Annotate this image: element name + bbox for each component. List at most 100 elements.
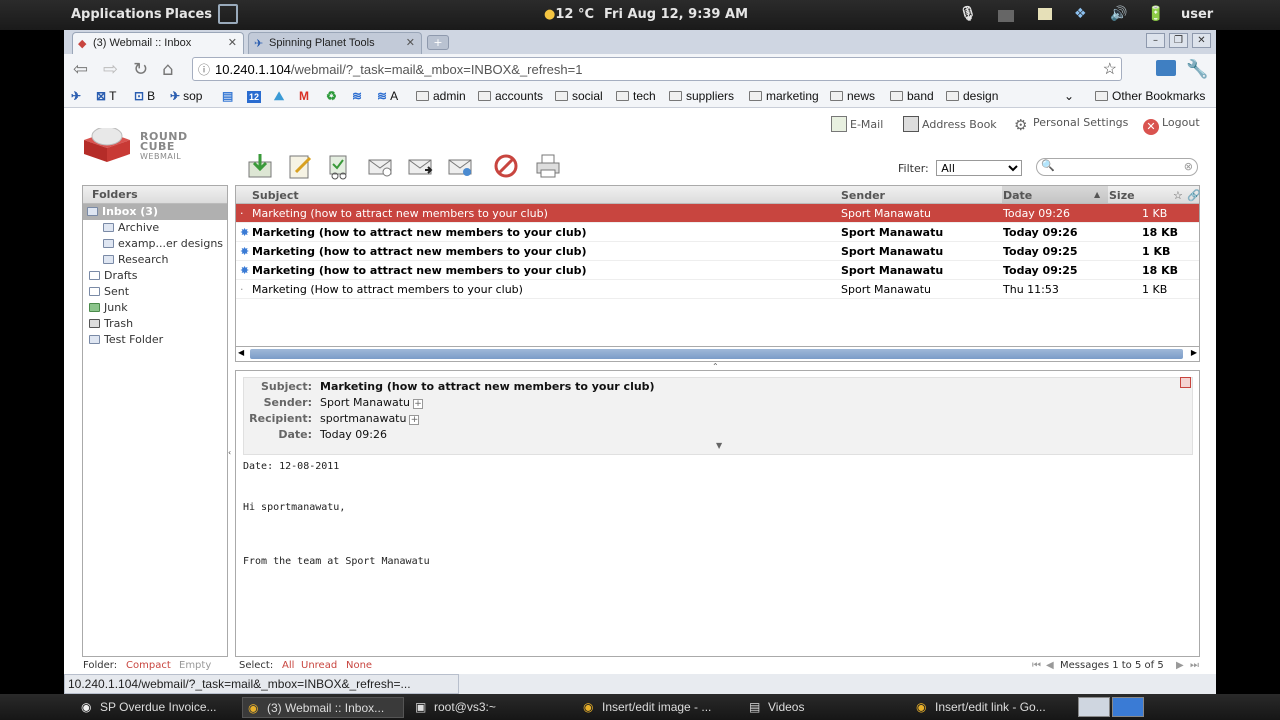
column-subject[interactable]: Subject	[252, 189, 299, 202]
bookmark-tech[interactable]: tech	[616, 89, 656, 103]
attachment-column-icon[interactable]: 🔗	[1187, 189, 1201, 202]
bookmark-accounts[interactable]: accounts	[478, 89, 543, 103]
tab-spinning-planet[interactable]: ✈ Spinning Planet Tools ✕	[248, 32, 422, 54]
nav-address-book[interactable]: Address Book	[903, 116, 997, 132]
folder-splitter-icon[interactable]: ‹	[228, 448, 231, 457]
bookmark-chart-icon[interactable]: ⛰	[274, 89, 287, 104]
home-icon[interactable]: ⌂	[162, 59, 173, 80]
page-info-icon[interactable]: ⓘ	[198, 61, 210, 78]
applications-menu[interactable]: Applications	[71, 7, 162, 22]
folder-inbox[interactable]: Inbox (3)	[83, 204, 227, 220]
bookmark-band[interactable]: band	[890, 89, 934, 103]
expand-headers-icon[interactable]: ▼	[716, 441, 722, 450]
back-icon[interactable]: ⇦	[73, 59, 88, 80]
address-bar[interactable]: ⓘ 10.240.1.104/webmail/?_task=mail&_mbox…	[192, 57, 1122, 81]
places-menu[interactable]: Places	[165, 7, 212, 22]
reply-all-button[interactable]	[366, 152, 394, 180]
folder-example-designs[interactable]: examp...er designs	[83, 236, 227, 252]
task-insert-link[interactable]: ◉ Insert/edit link - Go...	[911, 697, 1071, 718]
select-unread-link[interactable]: Unread	[301, 660, 337, 671]
dropbox-icon[interactable]: ❖	[1074, 6, 1087, 22]
print-button[interactable]	[534, 152, 562, 180]
check-mail-button[interactable]	[246, 152, 274, 180]
folder-junk[interactable]: Junk	[83, 300, 227, 316]
folder-archive[interactable]: Archive	[83, 220, 227, 236]
flag-column-icon[interactable]: ☆	[1173, 189, 1183, 202]
scroll-right-icon[interactable]: ▶	[1191, 348, 1197, 357]
nav-settings[interactable]: ⚙ Personal Settings	[1014, 116, 1128, 133]
select-none-link[interactable]: None	[346, 660, 372, 671]
bookmark-sync-icon[interactable]: ♻	[326, 89, 340, 103]
compact-link[interactable]: Compact	[126, 660, 171, 671]
folder-research[interactable]: Research	[83, 252, 227, 268]
delete-button[interactable]	[492, 152, 520, 180]
bookmark-gmail-icon[interactable]: M	[299, 89, 312, 103]
search-icon[interactable]: 🔍	[1041, 159, 1055, 172]
bookmark-suppliers[interactable]: suppliers	[669, 89, 734, 103]
folder-drafts[interactable]: Drafts	[83, 268, 227, 284]
filter-select[interactable]: All	[936, 160, 1023, 176]
search-input[interactable]: 🔍 ⊗	[1036, 158, 1198, 176]
close-icon[interactable]: ✕	[406, 36, 415, 49]
nav-logout[interactable]: ✕ Logout	[1143, 116, 1200, 135]
scroll-left-icon[interactable]: ◀	[238, 348, 244, 357]
bookmark-design[interactable]: design	[946, 89, 998, 103]
next-page-icon[interactable]: ▶	[1176, 660, 1184, 671]
add-contact-icon[interactable]: +	[409, 415, 420, 425]
column-date[interactable]: Date	[1003, 189, 1032, 202]
minimize-button[interactable]: –	[1146, 33, 1165, 48]
power-icon[interactable]: 🔋	[1147, 6, 1164, 22]
first-page-icon[interactable]: ⏮	[1032, 660, 1041, 671]
message-row[interactable]: · Marketing (how to attract new members …	[236, 204, 1199, 223]
previous-page-icon[interactable]: ◀	[1046, 660, 1054, 671]
bookmark-spinning-planet-icon[interactable]: ✈	[71, 89, 84, 103]
select-all-link[interactable]: All	[282, 660, 294, 671]
task-webmail[interactable]: ◉ (3) Webmail :: Inbox...	[242, 697, 404, 718]
bookmark-marketing[interactable]: marketing	[749, 89, 819, 103]
clear-search-icon[interactable]: ⊗	[1184, 160, 1193, 173]
chevron-down-icon[interactable]: ⌄	[1064, 89, 1074, 103]
scrollbar-thumb[interactable]	[250, 349, 1183, 359]
wrench-icon[interactable]: 🔧	[1186, 59, 1208, 80]
bookmark-doc-icon[interactable]: ▤	[222, 89, 236, 103]
microphone-icon[interactable]: 🎙	[959, 6, 977, 22]
bookmark-b[interactable]: ⊡ B	[134, 89, 155, 103]
clock[interactable]: Fri Aug 12, 9:39 AM	[604, 7, 748, 22]
open-in-new-window-icon[interactable]	[1180, 377, 1191, 388]
maximize-button[interactable]: ❐	[1169, 33, 1188, 48]
task-sp-overdue-invoice[interactable]: ◉ SP Overdue Invoice...	[76, 697, 236, 718]
mail-indicator-icon[interactable]	[1038, 8, 1052, 20]
bookmark-t[interactable]: ⊠ T	[96, 89, 116, 103]
bookmark-other[interactable]: Other Bookmarks	[1095, 89, 1205, 103]
task-insert-image[interactable]: ◉ Insert/edit image - ...	[578, 697, 738, 718]
bookmark-news[interactable]: news	[830, 89, 875, 103]
new-tab-button[interactable]: +	[427, 35, 449, 50]
add-contact-icon[interactable]: +	[413, 399, 423, 409]
tab-webmail[interactable]: ◆ (3) Webmail :: Inbox ✕	[72, 32, 244, 54]
message-row[interactable]: ✸ Marketing (how to attract new members …	[236, 242, 1199, 261]
close-window-button[interactable]: ✕	[1192, 33, 1211, 48]
last-page-icon[interactable]: ⏭	[1190, 660, 1199, 671]
task-videos[interactable]: ▤ Videos	[744, 697, 904, 718]
reply-button[interactable]	[326, 152, 354, 180]
compose-button[interactable]	[286, 152, 314, 180]
bookmark-admin[interactable]: admin	[416, 89, 466, 103]
weather-indicator[interactable]: ●12 °C	[544, 7, 594, 22]
bookmark-calendar[interactable]: 12	[247, 89, 264, 103]
bookmark-sop[interactable]: ✈ sop	[170, 89, 202, 103]
user-menu[interactable]: user	[1181, 7, 1213, 22]
column-sender[interactable]: Sender	[841, 189, 885, 202]
forward-icon[interactable]: ⇨	[103, 59, 118, 80]
column-size[interactable]: Size	[1109, 189, 1135, 202]
horizontal-scrollbar[interactable]: ◀ ▶	[236, 346, 1199, 360]
move-button[interactable]	[446, 152, 474, 180]
nav-email[interactable]: E-Mail	[831, 116, 883, 132]
folder-test-folder[interactable]: Test Folder	[83, 332, 227, 348]
task-terminal[interactable]: ▣ root@vs3:~	[410, 697, 570, 718]
preview-recipient[interactable]: sportmanawatu +	[320, 412, 420, 425]
close-icon[interactable]: ✕	[228, 36, 237, 49]
reload-icon[interactable]: ↻	[133, 59, 148, 80]
workspace-1[interactable]	[1078, 697, 1110, 717]
folder-sent[interactable]: Sent	[83, 284, 227, 300]
message-row[interactable]: ✸ Marketing (how to attract new members …	[236, 261, 1199, 280]
